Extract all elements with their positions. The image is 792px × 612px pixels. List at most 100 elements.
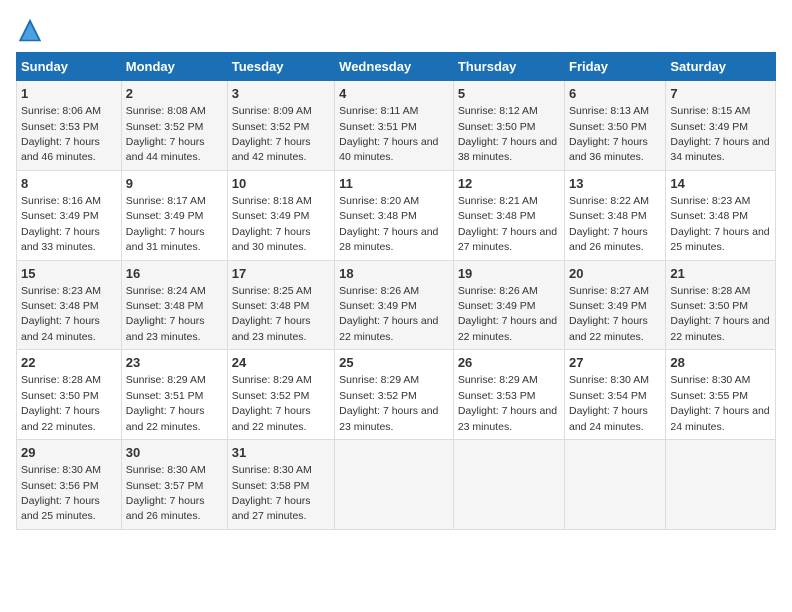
sunset-text: Sunset: 3:55 PM (670, 390, 748, 402)
sunset-text: Sunset: 3:49 PM (458, 300, 536, 312)
day-number: 21 (670, 265, 771, 283)
daylight-text: Daylight: 7 hours and 23 minutes. (339, 405, 438, 432)
calendar-cell: 9 Sunrise: 8:17 AM Sunset: 3:49 PM Dayli… (121, 170, 227, 260)
day-number: 14 (670, 175, 771, 193)
day-number: 2 (126, 85, 223, 103)
calendar-cell: 7 Sunrise: 8:15 AM Sunset: 3:49 PM Dayli… (666, 81, 776, 171)
sunset-text: Sunset: 3:48 PM (670, 210, 748, 222)
sunrise-text: Sunrise: 8:29 AM (232, 374, 312, 386)
calendar-cell: 1 Sunrise: 8:06 AM Sunset: 3:53 PM Dayli… (17, 81, 122, 171)
logo-icon (16, 16, 44, 44)
daylight-text: Daylight: 7 hours and 42 minutes. (232, 136, 311, 163)
sunrise-text: Sunrise: 8:26 AM (339, 285, 419, 297)
daylight-text: Daylight: 7 hours and 44 minutes. (126, 136, 205, 163)
sunrise-text: Sunrise: 8:12 AM (458, 105, 538, 117)
calendar-cell: 28 Sunrise: 8:30 AM Sunset: 3:55 PM Dayl… (666, 350, 776, 440)
sunrise-text: Sunrise: 8:23 AM (21, 285, 101, 297)
day-number: 8 (21, 175, 117, 193)
sunrise-text: Sunrise: 8:17 AM (126, 195, 206, 207)
sunrise-text: Sunrise: 8:06 AM (21, 105, 101, 117)
calendar-week-row: 1 Sunrise: 8:06 AM Sunset: 3:53 PM Dayli… (17, 81, 776, 171)
daylight-text: Daylight: 7 hours and 26 minutes. (569, 226, 648, 253)
logo (16, 16, 48, 44)
calendar-cell: 25 Sunrise: 8:29 AM Sunset: 3:52 PM Dayl… (335, 350, 454, 440)
day-number: 20 (569, 265, 661, 283)
sunrise-text: Sunrise: 8:23 AM (670, 195, 750, 207)
daylight-text: Daylight: 7 hours and 40 minutes. (339, 136, 438, 163)
daylight-text: Daylight: 7 hours and 46 minutes. (21, 136, 100, 163)
daylight-text: Daylight: 7 hours and 25 minutes. (670, 226, 769, 253)
sunset-text: Sunset: 3:49 PM (232, 210, 310, 222)
weekday-header-row: SundayMondayTuesdayWednesdayThursdayFrid… (17, 53, 776, 81)
daylight-text: Daylight: 7 hours and 38 minutes. (458, 136, 557, 163)
day-number: 27 (569, 354, 661, 372)
day-number: 7 (670, 85, 771, 103)
sunrise-text: Sunrise: 8:29 AM (339, 374, 419, 386)
sunrise-text: Sunrise: 8:22 AM (569, 195, 649, 207)
day-number: 16 (126, 265, 223, 283)
day-number: 25 (339, 354, 449, 372)
daylight-text: Daylight: 7 hours and 22 minutes. (458, 315, 557, 342)
daylight-text: Daylight: 7 hours and 22 minutes. (21, 405, 100, 432)
calendar-cell: 22 Sunrise: 8:28 AM Sunset: 3:50 PM Dayl… (17, 350, 122, 440)
daylight-text: Daylight: 7 hours and 22 minutes. (126, 405, 205, 432)
weekday-header-thursday: Thursday (453, 53, 564, 81)
daylight-text: Daylight: 7 hours and 33 minutes. (21, 226, 100, 253)
day-number: 3 (232, 85, 330, 103)
sunset-text: Sunset: 3:53 PM (458, 390, 536, 402)
daylight-text: Daylight: 7 hours and 24 minutes. (21, 315, 100, 342)
sunset-text: Sunset: 3:48 PM (21, 300, 99, 312)
day-number: 12 (458, 175, 560, 193)
calendar-cell (335, 440, 454, 530)
daylight-text: Daylight: 7 hours and 25 minutes. (21, 495, 100, 522)
daylight-text: Daylight: 7 hours and 22 minutes. (339, 315, 438, 342)
sunset-text: Sunset: 3:51 PM (339, 121, 417, 133)
daylight-text: Daylight: 7 hours and 31 minutes. (126, 226, 205, 253)
calendar-cell: 10 Sunrise: 8:18 AM Sunset: 3:49 PM Dayl… (227, 170, 334, 260)
calendar-cell: 19 Sunrise: 8:26 AM Sunset: 3:49 PM Dayl… (453, 260, 564, 350)
calendar-cell: 17 Sunrise: 8:25 AM Sunset: 3:48 PM Dayl… (227, 260, 334, 350)
weekday-header-wednesday: Wednesday (335, 53, 454, 81)
sunrise-text: Sunrise: 8:29 AM (126, 374, 206, 386)
sunset-text: Sunset: 3:52 PM (232, 390, 310, 402)
sunset-text: Sunset: 3:54 PM (569, 390, 647, 402)
calendar-cell: 11 Sunrise: 8:20 AM Sunset: 3:48 PM Dayl… (335, 170, 454, 260)
sunset-text: Sunset: 3:50 PM (458, 121, 536, 133)
weekday-header-saturday: Saturday (666, 53, 776, 81)
daylight-text: Daylight: 7 hours and 36 minutes. (569, 136, 648, 163)
day-number: 29 (21, 444, 117, 462)
weekday-header-sunday: Sunday (17, 53, 122, 81)
day-number: 11 (339, 175, 449, 193)
sunrise-text: Sunrise: 8:30 AM (670, 374, 750, 386)
calendar-cell: 6 Sunrise: 8:13 AM Sunset: 3:50 PM Dayli… (565, 81, 666, 171)
sunset-text: Sunset: 3:48 PM (232, 300, 310, 312)
calendar-cell: 21 Sunrise: 8:28 AM Sunset: 3:50 PM Dayl… (666, 260, 776, 350)
daylight-text: Daylight: 7 hours and 23 minutes. (126, 315, 205, 342)
daylight-text: Daylight: 7 hours and 34 minutes. (670, 136, 769, 163)
sunset-text: Sunset: 3:49 PM (339, 300, 417, 312)
calendar-cell: 8 Sunrise: 8:16 AM Sunset: 3:49 PM Dayli… (17, 170, 122, 260)
weekday-header-monday: Monday (121, 53, 227, 81)
calendar-week-row: 29 Sunrise: 8:30 AM Sunset: 3:56 PM Dayl… (17, 440, 776, 530)
daylight-text: Daylight: 7 hours and 27 minutes. (458, 226, 557, 253)
sunrise-text: Sunrise: 8:30 AM (232, 464, 312, 476)
day-number: 15 (21, 265, 117, 283)
calendar-week-row: 8 Sunrise: 8:16 AM Sunset: 3:49 PM Dayli… (17, 170, 776, 260)
calendar-table: SundayMondayTuesdayWednesdayThursdayFrid… (16, 52, 776, 530)
calendar-cell: 5 Sunrise: 8:12 AM Sunset: 3:50 PM Dayli… (453, 81, 564, 171)
day-number: 5 (458, 85, 560, 103)
sunrise-text: Sunrise: 8:30 AM (569, 374, 649, 386)
sunset-text: Sunset: 3:56 PM (21, 480, 99, 492)
daylight-text: Daylight: 7 hours and 30 minutes. (232, 226, 311, 253)
day-number: 13 (569, 175, 661, 193)
sunrise-text: Sunrise: 8:30 AM (126, 464, 206, 476)
sunset-text: Sunset: 3:49 PM (670, 121, 748, 133)
calendar-cell: 30 Sunrise: 8:30 AM Sunset: 3:57 PM Dayl… (121, 440, 227, 530)
calendar-cell: 29 Sunrise: 8:30 AM Sunset: 3:56 PM Dayl… (17, 440, 122, 530)
calendar-cell: 24 Sunrise: 8:29 AM Sunset: 3:52 PM Dayl… (227, 350, 334, 440)
day-number: 18 (339, 265, 449, 283)
calendar-week-row: 22 Sunrise: 8:28 AM Sunset: 3:50 PM Dayl… (17, 350, 776, 440)
day-number: 24 (232, 354, 330, 372)
sunset-text: Sunset: 3:57 PM (126, 480, 204, 492)
day-number: 22 (21, 354, 117, 372)
